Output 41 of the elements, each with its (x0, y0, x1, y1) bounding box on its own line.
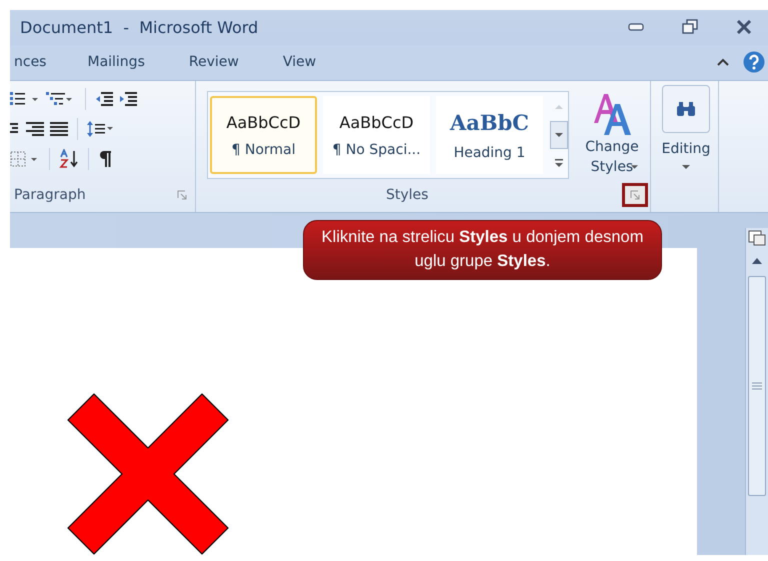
line-spacing-icon[interactable] (87, 120, 115, 138)
style-name: Heading 1 (454, 144, 526, 161)
restore-icon[interactable] (682, 19, 698, 36)
group-label: Paragraph (14, 187, 86, 203)
caret-icon (682, 165, 690, 170)
group-label: Styles (386, 187, 428, 203)
vertical-scrollbar[interactable] (745, 228, 768, 555)
caret-icon (630, 165, 638, 170)
numbered-list-icon[interactable] (10, 91, 40, 108)
ribbon-tab[interactable]: View (278, 54, 316, 70)
style-option[interactable]: AaBbCcD ¶ Normal (210, 96, 317, 174)
binoculars-icon (676, 101, 696, 118)
style-sample: AaBbC (450, 110, 530, 135)
style-option[interactable]: AaBbCcD ¶ No Spaci... (323, 96, 430, 174)
dialog-launcher-icon (630, 190, 640, 200)
sort-icon[interactable] (59, 149, 79, 170)
decrease-indent-icon[interactable] (95, 91, 113, 108)
style-sample: AaBbCcD (339, 112, 414, 132)
ribbon-tab[interactable]: Review (184, 54, 239, 70)
tooltip-callout: Kliknite na strelicu Styles u donjem desnom uglu grupe Styles. (303, 220, 662, 280)
increase-indent-icon[interactable] (119, 91, 137, 108)
minimize-icon[interactable] (628, 23, 644, 32)
style-name: ¶ No Spaci... (332, 142, 421, 158)
window-title: Document1 - Microsoft Word (20, 18, 258, 37)
scroll-thumb[interactable] (748, 276, 766, 496)
justify-icon[interactable] (50, 122, 68, 136)
help-icon[interactable] (743, 51, 765, 74)
ruler-toggle-icon[interactable] (748, 228, 766, 246)
style-sample: AaBbCcD (226, 112, 301, 132)
ribbon-tab[interactable]: nces (10, 54, 46, 70)
scroll-down-icon[interactable] (550, 121, 568, 150)
close-icon[interactable] (736, 20, 752, 34)
collapse-ribbon-icon[interactable] (717, 58, 729, 66)
change-styles-button[interactable]: Change Styles (577, 91, 647, 182)
ribbon-tab[interactable]: Mailings (83, 54, 145, 70)
pilcrow-icon[interactable] (98, 150, 112, 168)
dialog-launcher-button[interactable] (622, 183, 648, 207)
style-name: ¶ Normal (231, 142, 296, 158)
borders-icon[interactable] (10, 151, 40, 168)
style-option[interactable]: AaBbC Heading 1 (436, 96, 543, 174)
align-right-icon[interactable] (26, 122, 44, 136)
